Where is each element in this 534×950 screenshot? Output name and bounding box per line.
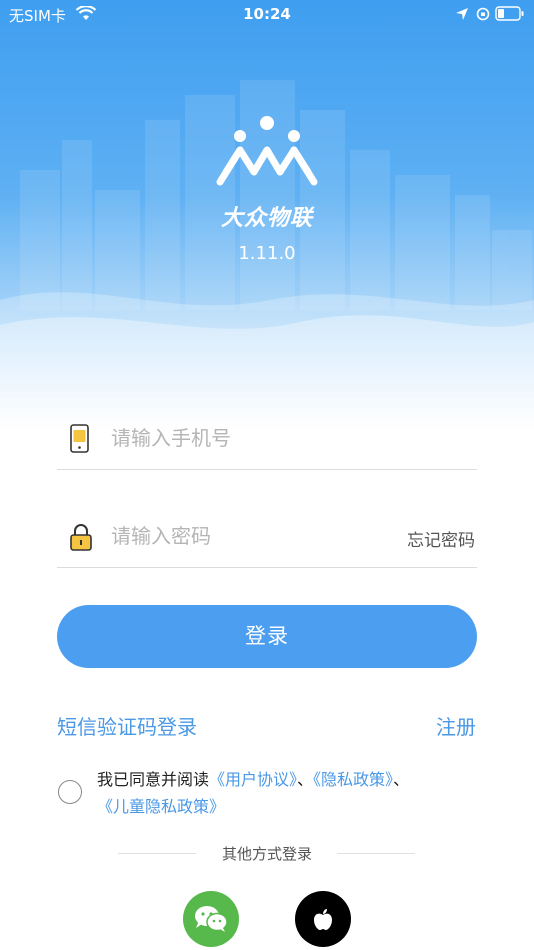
phone-field[interactable] (57, 414, 477, 470)
phone-icon (70, 424, 89, 453)
rotation-lock-icon (476, 7, 490, 21)
agreement-prefix: 我已同意并阅读 (97, 770, 210, 789)
agreement-checkbox[interactable] (58, 780, 82, 804)
wechat-login-button[interactable] (183, 891, 239, 947)
app-version: 1.11.0 (238, 243, 296, 264)
child-privacy-policy-link[interactable]: 《儿童隐私政策》 (97, 797, 225, 816)
forgot-password-link[interactable]: 忘记密码 (407, 526, 475, 551)
wechat-icon (195, 906, 228, 932)
register-link[interactable]: 注册 (436, 711, 476, 740)
privacy-policy-link[interactable]: 《隐私政策》 (313, 770, 393, 789)
user-agreement-link[interactable]: 《用户协议》 (209, 770, 297, 789)
phone-input[interactable] (111, 422, 411, 454)
sms-login-link[interactable]: 短信验证码登录 (57, 711, 197, 740)
other-login-label: 其他方式登录 (221, 845, 312, 863)
apple-icon (314, 909, 332, 930)
apple-login-button[interactable] (295, 891, 351, 947)
status-time: 10:24 (243, 5, 291, 23)
agreement-text: 我已同意并阅读《用户协议》、《隐私政策》、 《儿童隐私政策》 (97, 766, 487, 820)
agreement-separator: 、 (297, 770, 314, 789)
brand-logo-icon (216, 116, 318, 186)
password-field[interactable]: 忘记密码 (57, 512, 477, 568)
header-hero: 无SIM卡 10:24 大众物联 1.11.0 (0, 0, 534, 430)
status-bar: 无SIM卡 10:24 (0, 0, 534, 28)
divider-right (337, 853, 415, 854)
location-arrow-icon (456, 8, 468, 20)
lock-icon (70, 524, 92, 551)
password-input[interactable] (111, 520, 411, 552)
battery-icon (495, 6, 524, 21)
login-button[interactable]: 登录 (57, 605, 477, 668)
brand-name: 大众物联 (220, 206, 313, 231)
agreement-separator: 、 (393, 770, 410, 789)
